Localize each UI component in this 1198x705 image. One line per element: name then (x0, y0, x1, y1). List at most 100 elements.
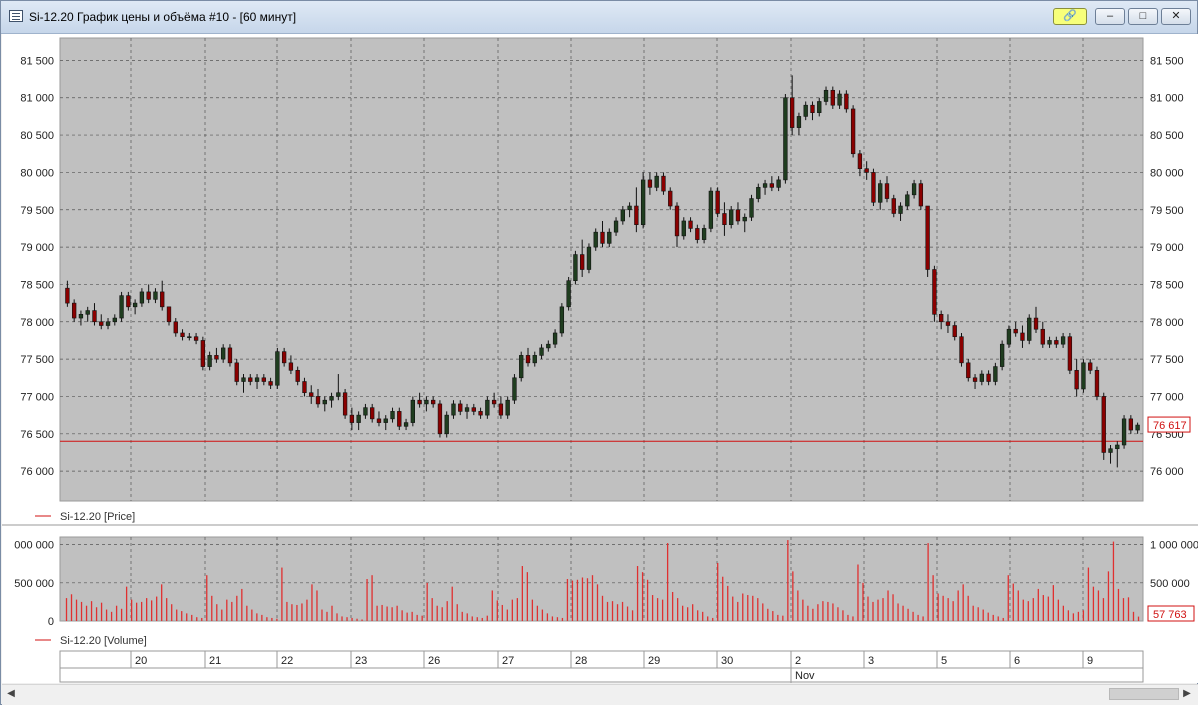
candle-body (749, 198, 754, 218)
candle-body (214, 355, 219, 360)
candle-body (207, 355, 212, 367)
candle-body (464, 407, 470, 412)
candle[interactable] (559, 303, 565, 337)
candle-body (925, 205, 930, 270)
candle[interactable] (783, 94, 788, 184)
candle[interactable] (200, 336, 206, 371)
candle-body (356, 414, 361, 423)
candle[interactable] (342, 388, 348, 419)
time-axis: 20 21 22 23 26 27 28 29 30 2 3 5 6 9Nov (59, 650, 1144, 683)
candle[interactable] (850, 105, 856, 158)
candle[interactable] (1121, 415, 1127, 449)
price-tick-label-right: 78 500 (1150, 279, 1184, 291)
day-label: 6 (1014, 655, 1020, 667)
scroll-right-icon[interactable]: ▶ (1180, 687, 1194, 701)
candle-body (85, 310, 90, 315)
day-label: 2 (795, 655, 801, 667)
day-label: 9 (1087, 655, 1093, 667)
volume-plot-background[interactable] (59, 536, 1144, 622)
candle[interactable] (444, 411, 449, 438)
candle[interactable] (640, 172, 646, 229)
day-label: 30 (721, 655, 733, 667)
scroll-thumb[interactable] (1109, 688, 1179, 700)
candle[interactable] (1101, 392, 1106, 460)
price-plot-background[interactable] (59, 37, 1144, 502)
candle-body (430, 399, 436, 405)
candle-body (688, 220, 693, 229)
candle[interactable] (1094, 366, 1100, 401)
minimize-icon: – (1106, 10, 1114, 22)
price-tick-label-left: 79 000 (20, 242, 54, 254)
candle[interactable] (1027, 314, 1032, 345)
candle-body (160, 291, 165, 308)
candle[interactable] (573, 250, 578, 285)
candle-body (898, 205, 903, 214)
candle-body (139, 291, 145, 304)
day-label: 20 (135, 655, 147, 667)
candle[interactable] (586, 243, 592, 274)
candle-body (1033, 317, 1039, 330)
candle-body (884, 183, 890, 199)
candle[interactable] (519, 351, 524, 382)
candle-body (715, 190, 720, 214)
candle[interactable] (708, 187, 714, 233)
candle-body (99, 321, 104, 326)
price-volume-chart[interactable]: 76 000 76 00076 500 76 50077 000 77 00077 5… (2, 34, 1198, 683)
chart-area[interactable]: 76 000 76 000 76 500 76 500 77 000 77 000 77 5… (2, 34, 1198, 683)
maximize-button[interactable]: □ (1128, 8, 1158, 25)
candle-body (200, 340, 206, 367)
price-tick-label-left: 81 000 (20, 93, 54, 105)
price-tick-label-right: 76 000 (1150, 466, 1184, 478)
price-tick-label-right: 79 500 (1150, 205, 1184, 217)
candle-body (979, 373, 984, 382)
candle[interactable] (1067, 332, 1073, 375)
candle[interactable] (234, 359, 239, 386)
candle[interactable] (932, 265, 937, 322)
day-label: 26 (428, 655, 440, 667)
day-label: 28 (575, 655, 587, 667)
chart-window-icon (9, 10, 23, 22)
volume-panel[interactable]: 0 500 000 500 000 000 000 1 000 000 57 763 Si-… (14, 536, 1198, 647)
candle-body (1135, 424, 1140, 431)
price-tick-label-right: 77 000 (1150, 391, 1184, 403)
candle[interactable] (999, 340, 1005, 371)
day-label: 22 (281, 655, 293, 667)
candle-body (559, 306, 565, 334)
candle[interactable] (871, 168, 876, 207)
price-panel[interactable]: 76 000 76 00076 500 76 50077 000 77 00077 5… (2, 37, 1198, 526)
price-tick-label-right: 80 000 (1150, 167, 1184, 179)
candle[interactable] (410, 396, 416, 427)
candle-body (498, 403, 504, 416)
candle-body (756, 187, 761, 199)
maximize-icon: □ (1139, 10, 1147, 22)
candle-body (674, 205, 680, 237)
candle-body (261, 377, 266, 382)
candle[interactable] (275, 347, 280, 389)
horizontal-scrollbar[interactable]: ◀ ▶ (2, 684, 1198, 705)
scroll-left-icon[interactable]: ◀ (4, 687, 18, 701)
candle[interactable] (437, 400, 443, 438)
candle[interactable] (959, 332, 964, 367)
candle-body (823, 89, 829, 102)
candle-body (370, 407, 375, 420)
candle[interactable] (512, 374, 517, 404)
candle[interactable] (566, 276, 571, 311)
candle-body (620, 209, 625, 222)
candle-body (437, 403, 443, 435)
candle[interactable] (925, 205, 930, 277)
price-tick-label-left: 79 500 (20, 205, 54, 217)
minimize-button[interactable]: – (1095, 8, 1125, 25)
candle-body (871, 172, 876, 203)
candle-body (1121, 418, 1127, 446)
close-button[interactable]: ✕ (1161, 8, 1191, 25)
title-bar[interactable]: Si-12.20 График цены и объёма #10 - [60 … (1, 1, 1197, 34)
candle-body (1060, 336, 1066, 345)
candle[interactable] (749, 194, 754, 221)
day-label: 27 (502, 655, 514, 667)
candle[interactable] (918, 179, 924, 210)
link-button[interactable]: 🔗 (1053, 8, 1087, 25)
candle[interactable] (1081, 359, 1086, 393)
candle-body (403, 422, 409, 427)
candle[interactable] (119, 291, 124, 322)
candle[interactable] (715, 187, 720, 218)
